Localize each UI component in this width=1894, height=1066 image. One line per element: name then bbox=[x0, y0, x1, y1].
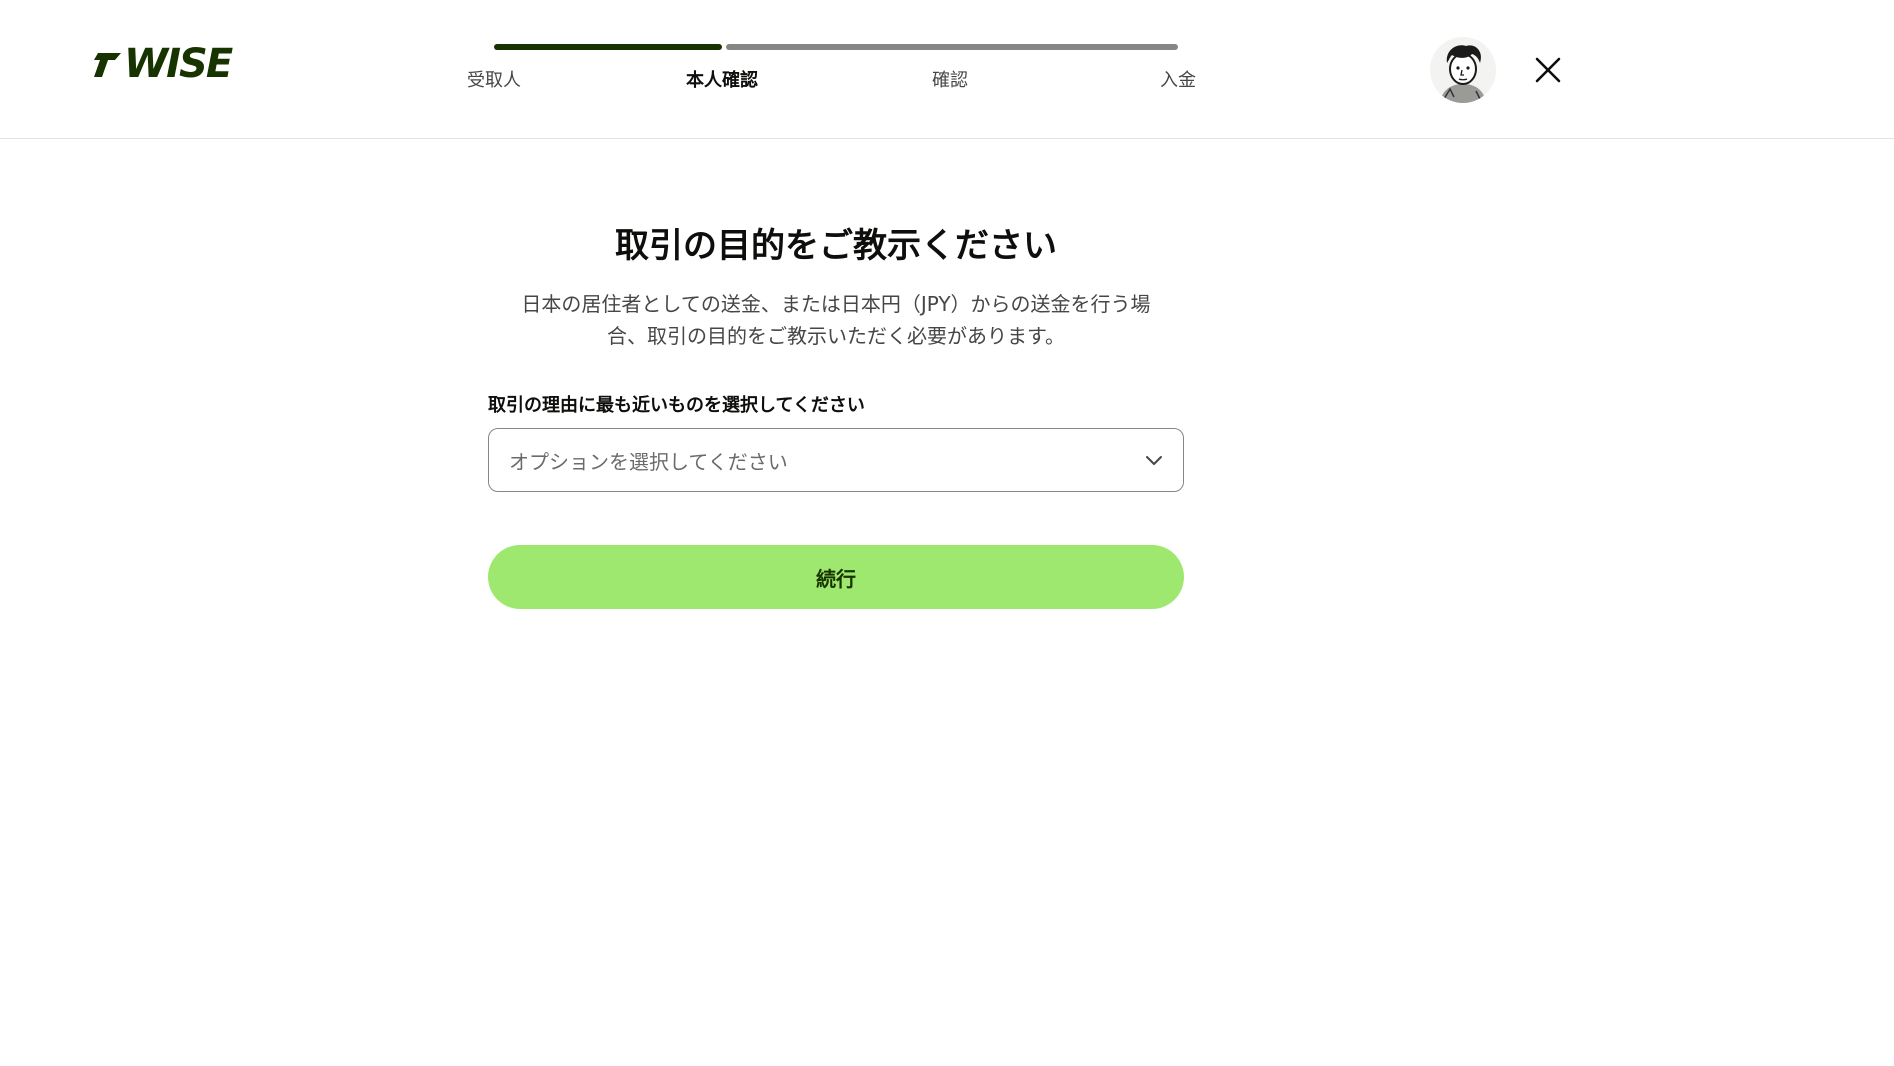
chevron-down-icon bbox=[1146, 456, 1162, 465]
close-icon bbox=[1535, 57, 1561, 83]
purpose-select-label: 取引の理由に最も近いものを選択してください bbox=[488, 395, 865, 416]
step-review: 確認 bbox=[932, 70, 968, 91]
description-line-1: 日本の居住者としての送金、または日本円（JPY）からの送金を行う場 bbox=[521, 292, 1151, 316]
avatar[interactable] bbox=[1430, 37, 1496, 103]
close-button[interactable] bbox=[1528, 50, 1568, 90]
stepper-track-remaining bbox=[726, 44, 1178, 50]
continue-button[interactable]: 続行 bbox=[488, 545, 1184, 609]
wise-wordmark: WISE bbox=[124, 41, 233, 87]
purpose-select-placeholder: オプションを選択してください bbox=[509, 449, 788, 474]
purpose-form: 取引の目的をご教示ください 日本の居住者としての送金、または日本円（JPY）から… bbox=[488, 220, 1184, 609]
step-recipient[interactable]: 受取人 bbox=[467, 66, 521, 92]
wise-logo[interactable]: WISE bbox=[92, 41, 233, 87]
wise-flag-icon bbox=[94, 53, 121, 77]
progress-stepper: 受取人 本人確認 確認 入金 bbox=[466, 44, 1196, 104]
stepper-track-complete bbox=[494, 44, 722, 50]
step-payment: 入金 bbox=[1160, 70, 1196, 91]
page-title: 取引の目的をご教示ください bbox=[615, 226, 1057, 266]
avatar-illustration-icon bbox=[1430, 37, 1496, 103]
purpose-select[interactable]: オプションを選択してください bbox=[488, 428, 1184, 492]
step-identity-verification: 本人確認 bbox=[686, 70, 758, 91]
description-line-2: 合、取引の目的をご教示いただく必要があります。 bbox=[607, 324, 1065, 348]
page-description: 日本の居住者としての送金、または日本円（JPY）からの送金を行う場 合、取引の目… bbox=[488, 288, 1184, 352]
top-bar: WISE 受取人 本人確認 確認 入金 bbox=[0, 0, 1894, 139]
